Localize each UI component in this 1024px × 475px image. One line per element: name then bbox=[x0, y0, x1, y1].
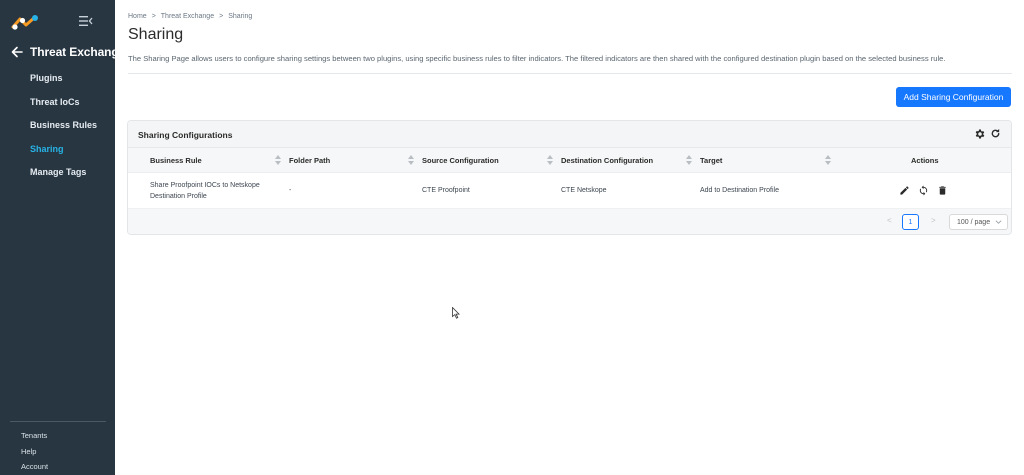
sidebar-bottom-nav: Tenants Help Account bbox=[21, 431, 48, 475]
netskope-logo-icon[interactable] bbox=[11, 14, 39, 30]
sidebar-item-plugins[interactable]: Plugins bbox=[30, 72, 97, 96]
table-header: Business Rule Folder Path Source Configu… bbox=[128, 148, 1011, 173]
column-target[interactable]: Target bbox=[700, 156, 722, 165]
page-size-value: 100 / page bbox=[957, 218, 991, 226]
header-divider bbox=[128, 73, 1012, 74]
module-title: Threat Exchange bbox=[30, 45, 126, 59]
page-title: Sharing bbox=[128, 26, 184, 43]
cell-business-rule-line2: Destination Profile bbox=[150, 193, 207, 200]
sort-icon[interactable] bbox=[547, 155, 553, 165]
cell-target: Add to Destination Profile bbox=[700, 187, 779, 194]
sync-icon[interactable] bbox=[918, 185, 929, 196]
column-source-configuration[interactable]: Source Configuration bbox=[422, 156, 499, 165]
cell-business-rule-line1: Share Proofpoint IOCs to Netskope bbox=[150, 182, 260, 189]
pagination-next[interactable]: > bbox=[931, 216, 936, 225]
sort-icon[interactable] bbox=[408, 155, 414, 165]
card-header: Sharing Configurations bbox=[128, 121, 1011, 148]
sidebar-nav: Plugins Threat IoCs Business Rules Shari… bbox=[30, 72, 97, 190]
arrow-left-icon bbox=[11, 46, 23, 58]
back-to-threat-exchange[interactable]: Threat Exchange bbox=[11, 44, 125, 60]
page-size-select[interactable]: 100 / page bbox=[949, 214, 1008, 230]
cell-destination-configuration: CTE Netskope bbox=[561, 187, 607, 194]
breadcrumb-sharing: Sharing bbox=[228, 13, 253, 20]
sidebar-item-tenants[interactable]: Tenants bbox=[21, 431, 48, 447]
breadcrumb-separator: > bbox=[219, 13, 224, 20]
column-folder-path[interactable]: Folder Path bbox=[289, 156, 330, 165]
chevron-down-icon bbox=[995, 220, 1002, 224]
sidebar-divider bbox=[10, 421, 106, 422]
pencil-icon[interactable] bbox=[899, 185, 910, 196]
sidebar-item-manage-tags[interactable]: Manage Tags bbox=[30, 166, 97, 190]
column-destination-configuration[interactable]: Destination Configuration bbox=[561, 156, 653, 165]
breadcrumb-threat-exchange[interactable]: Threat Exchange bbox=[161, 13, 214, 20]
column-actions: Actions bbox=[911, 156, 939, 165]
sidebar-item-account[interactable]: Account bbox=[21, 462, 48, 475]
collapse-menu-icon[interactable] bbox=[79, 15, 93, 27]
cell-folder-path: - bbox=[289, 187, 292, 194]
breadcrumb-separator: > bbox=[151, 13, 156, 20]
card-title: Sharing Configurations bbox=[138, 130, 233, 140]
pagination: < 1 > 100 / page bbox=[128, 209, 1011, 234]
sidebar-item-help[interactable]: Help bbox=[21, 447, 48, 463]
refresh-icon[interactable] bbox=[990, 128, 1001, 139]
breadcrumb-home[interactable]: Home bbox=[128, 13, 147, 20]
sort-icon[interactable] bbox=[275, 155, 281, 165]
sidebar-item-threat-iocs[interactable]: Threat IoCs bbox=[30, 96, 97, 120]
table-row: Share Proofpoint IOCs to Netskope Destin… bbox=[128, 173, 1011, 209]
trash-icon[interactable] bbox=[937, 185, 948, 196]
sidebar: Threat Exchange Plugins Threat IoCs Busi… bbox=[0, 0, 125, 475]
add-sharing-configuration-button[interactable]: Add Sharing Configuration bbox=[896, 87, 1011, 107]
pagination-prev[interactable]: < bbox=[887, 216, 892, 225]
breadcrumb: Home > Threat Exchange > Sharing bbox=[128, 13, 252, 20]
sidebar-item-business-rules[interactable]: Business Rules bbox=[30, 119, 97, 143]
gear-icon[interactable] bbox=[974, 128, 986, 140]
sidebar-item-sharing[interactable]: Sharing bbox=[30, 143, 97, 167]
pagination-page-1[interactable]: 1 bbox=[902, 214, 919, 230]
cell-source-configuration: CTE Proofpoint bbox=[422, 187, 470, 194]
page-description: The Sharing Page allows users to configu… bbox=[128, 54, 946, 63]
column-business-rule[interactable]: Business Rule bbox=[150, 156, 202, 165]
sharing-configurations-card: Sharing Configurations Business Rule Fol… bbox=[127, 120, 1012, 235]
mouse-cursor-icon bbox=[452, 307, 460, 319]
sort-icon[interactable] bbox=[686, 155, 692, 165]
sort-icon[interactable] bbox=[825, 155, 831, 165]
